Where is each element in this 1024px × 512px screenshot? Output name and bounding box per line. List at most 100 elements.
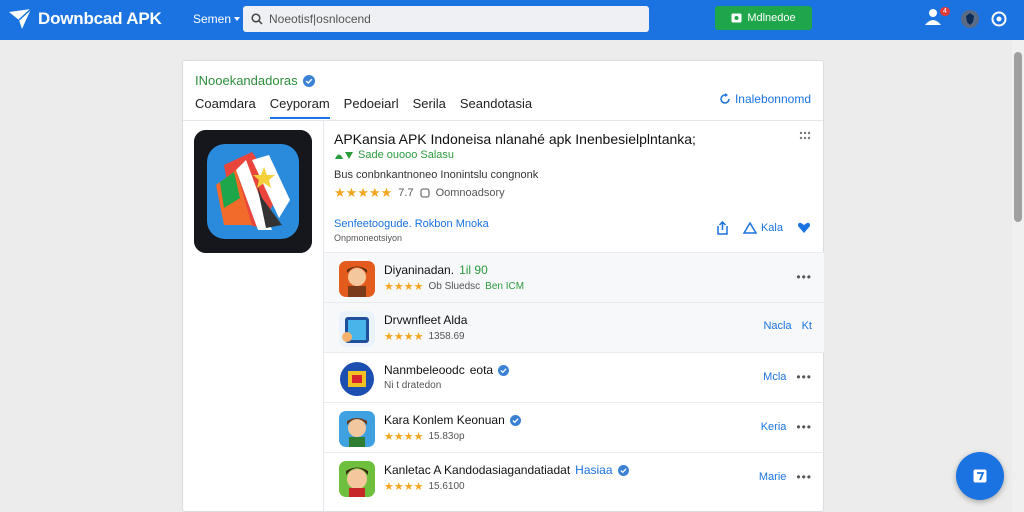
list-item-title: Nanmbeleoodc eota <box>384 363 510 377</box>
app-links[interactable]: Senfeetoogude. Rokbon Mnoka <box>334 218 489 230</box>
card-header: INooekandadoras Coamdara Ceyporam Pedoei… <box>183 61 823 121</box>
list-item-meta-text: 1358.69 <box>428 331 465 342</box>
section-dropdown[interactable]: Semen <box>193 12 241 26</box>
detail-actions: Kala <box>715 221 811 235</box>
app-title: APKansia APK Indoneisa nlanahé apk Inenb… <box>334 131 696 147</box>
list-item-title: Drvwnfleet Alda <box>384 313 467 327</box>
list-item-meta: ★★★★ 15.83op <box>384 430 465 443</box>
share-icon[interactable] <box>715 221 729 235</box>
list-item-title-text: Kanletac A Kandodasiagandatiadat <box>384 463 571 477</box>
list-item-title-extra: 1il 90 <box>459 263 488 277</box>
app-thumbnail <box>339 311 375 347</box>
tab-2[interactable]: Pedoeiarl <box>344 94 399 119</box>
list-item-title-extra: eota <box>469 363 494 377</box>
search-box[interactable] <box>243 6 649 32</box>
download-label: Mdlnedoe <box>747 12 796 24</box>
list-item[interactable]: Nanmbeleoodc eota Ni t dratedon Mcla ••• <box>324 352 824 402</box>
rating-label: Oomnoadsory <box>435 187 505 199</box>
more-options-icon[interactable]: ••• <box>796 470 812 484</box>
list-item-meta-text: Ni t dratedon <box>384 380 442 391</box>
boy-avatar-icon <box>339 411 375 447</box>
list-item-action-link[interactable]: Mcla <box>763 371 786 383</box>
star-rating-icon: ★★★★ <box>384 281 424 293</box>
header-action[interactable]: Inalebonnomd <box>719 92 811 106</box>
page-scrollbar[interactable] <box>1012 40 1024 512</box>
notifications-button[interactable]: 4 <box>924 7 950 31</box>
app-thumbnail <box>339 461 375 497</box>
blue-badge-app-icon <box>340 362 374 396</box>
list-item-action-link[interactable]: Nacla <box>763 320 791 332</box>
more-options-icon[interactable]: ••• <box>796 370 812 384</box>
shield-icon[interactable] <box>960 9 980 29</box>
heart-icon[interactable] <box>797 222 811 234</box>
rating-value: 7.7 <box>398 187 414 199</box>
phone-app-icon <box>339 311 375 347</box>
section-label: Semen <box>193 12 232 26</box>
list-item-meta-text: 15.6100 <box>428 481 465 492</box>
list-item-title: Kanletac A Kandodasiagandatiadat Hasiaa <box>384 463 629 477</box>
tab-4[interactable]: Seandotasia <box>460 94 532 119</box>
verified-icon <box>509 414 521 426</box>
app-rating: ★★★★★ 7.7 Oomnoadsory <box>334 185 505 201</box>
verified-icon <box>302 74 315 87</box>
compare-button[interactable]: Kala <box>742 222 783 234</box>
list-item-actions: Nacla Kt <box>763 320 812 332</box>
verified-icon <box>617 464 629 476</box>
list-item-action-link[interactable]: Marie <box>759 471 787 483</box>
list-item-title-extra: Hasiaa <box>575 463 613 477</box>
app-card: INooekandadoras Coamdara Ceyporam Pedoei… <box>182 60 824 512</box>
list-item[interactable]: Kara Konlem Keonuan ★★★★ 15.83op Keria •… <box>324 402 824 452</box>
character-avatar-icon <box>339 261 375 297</box>
top-icons: 4 <box>924 7 1008 31</box>
download-button[interactable]: Mdlnedoe <box>715 6 812 30</box>
app-subtitle: Sade ouooo Salasu <box>334 149 454 161</box>
app-icon[interactable] <box>194 130 312 253</box>
related-apps-list: Diyaninadan. 1il 90 ★★★★ Ob Sluedsc Ben … <box>324 252 824 502</box>
list-item[interactable]: Diyaninadan. 1il 90 ★★★★ Ob Sluedsc Ben … <box>324 252 824 302</box>
paper-plane-icon <box>9 8 32 29</box>
list-item-action-extra[interactable]: Kt <box>802 320 812 332</box>
chevron-down-icon <box>234 17 241 21</box>
list-item-actions: Marie ••• <box>759 470 812 484</box>
list-item-meta-text: 15.83op <box>428 431 465 442</box>
floating-action-button[interactable] <box>956 452 1004 500</box>
tab-1[interactable]: Ceyporam <box>269 94 330 119</box>
verified-icon <box>498 364 510 376</box>
list-item-title-text: Diyaninadan. <box>384 263 455 277</box>
android-icon <box>335 152 353 159</box>
star-rating-icon: ★★★★ <box>384 431 424 443</box>
app-thumbnail <box>339 411 375 447</box>
list-item-meta: ★★★★ Ob Sluedsc Ben ICM <box>384 280 524 293</box>
star-rating-icon: ★★★★ <box>384 481 424 493</box>
tab-3[interactable]: Serila <box>413 94 446 119</box>
list-item-meta: Ni t dratedon <box>384 380 441 391</box>
flag-logo-icon <box>194 130 312 253</box>
list-item-meta-extra: Ben ICM <box>485 281 525 292</box>
list-item-title: Diyaninadan. 1il 90 <box>384 263 488 277</box>
list-item[interactable]: Drvwnfleet Alda ★★★★ 1358.69 Nacla Kt <box>324 302 824 352</box>
app-note: Onpmoneotsiyon <box>334 233 403 243</box>
download-icon <box>731 13 742 23</box>
settings-icon[interactable] <box>990 10 1008 28</box>
list-item-title-text: Kara Konlem Keonuan <box>384 413 505 427</box>
list-item-title-text: Nanmbeleoodc <box>384 363 465 377</box>
list-item-actions: Keria ••• <box>761 420 812 434</box>
note-icon <box>973 469 987 483</box>
header-action-label: Inalebonnomd <box>734 92 811 106</box>
store-name[interactable]: INooekandadoras <box>195 73 315 88</box>
grid-menu-icon[interactable] <box>799 130 811 142</box>
tab-0[interactable]: Coamdara <box>195 94 256 119</box>
more-options-icon[interactable]: ••• <box>796 270 812 284</box>
more-options-icon[interactable]: ••• <box>796 420 812 434</box>
search-icon <box>251 13 263 25</box>
app-description: Bus conbnkantnoneo Inonintslu congnonk <box>334 169 539 181</box>
character-avatar-icon <box>339 461 375 497</box>
search-input[interactable] <box>269 12 629 26</box>
list-item[interactable]: Kanletac A Kandodasiagandatiadat Hasiaa … <box>324 452 824 502</box>
compare-label: Kala <box>760 222 783 234</box>
star-rating-icon: ★★★★ <box>384 331 424 343</box>
scroll-thumb[interactable] <box>1014 52 1022 222</box>
download-count-icon <box>419 188 430 198</box>
list-item-action-link[interactable]: Keria <box>761 421 787 433</box>
site-logo[interactable]: Downbcad APK <box>8 8 162 30</box>
